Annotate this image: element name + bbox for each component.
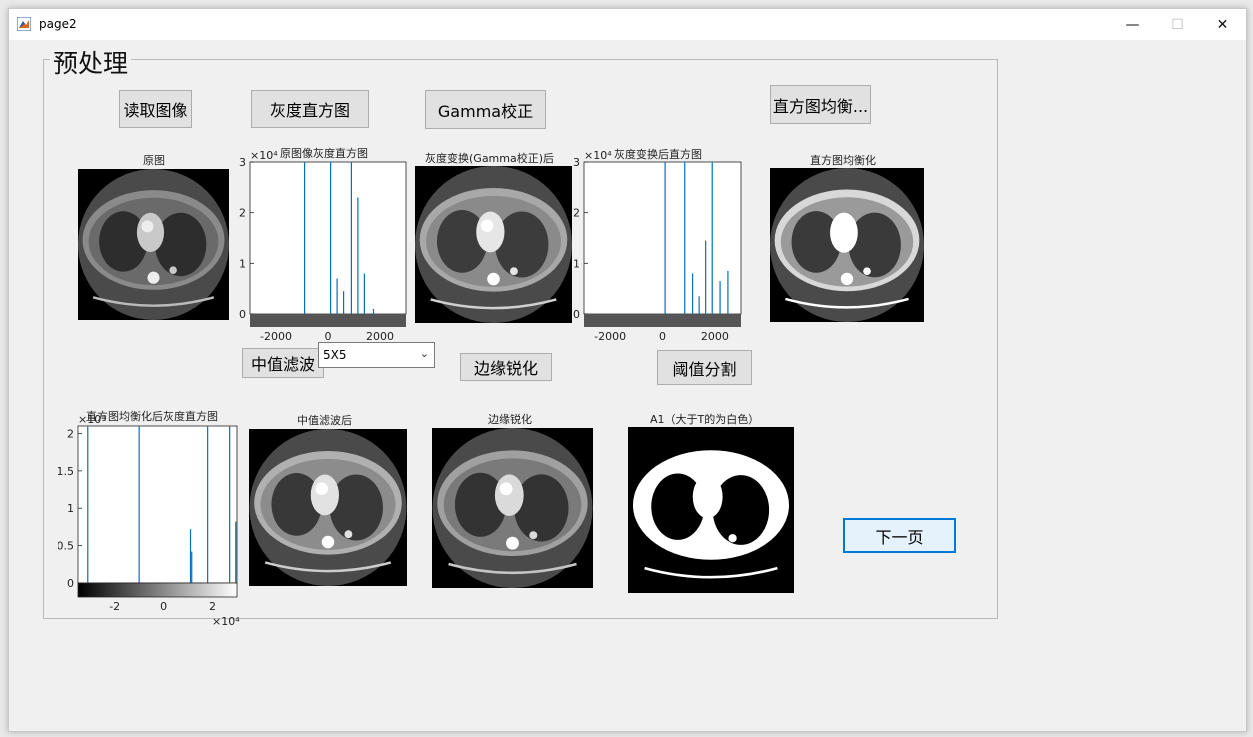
original-title: 原图 bbox=[143, 154, 165, 167]
minimize-button[interactable]: — bbox=[1110, 9, 1155, 40]
y-tick-label: 2 bbox=[67, 427, 74, 440]
y-exponent-label: ×10⁴ bbox=[584, 149, 612, 162]
scanner-couch bbox=[644, 566, 778, 579]
x-tick-label: 0 bbox=[325, 330, 332, 343]
y-tick-label: 2 bbox=[239, 207, 246, 220]
maximize-icon: ☐ bbox=[1171, 16, 1184, 33]
x-tick-label: -2000 bbox=[594, 330, 626, 343]
edge-sharpen-button[interactable]: 边缘锐化 bbox=[460, 353, 552, 381]
spine bbox=[506, 536, 519, 550]
x-exponent-label: ×10⁴ bbox=[212, 615, 240, 628]
x-tick-label: 2 bbox=[209, 600, 216, 613]
gamma-image-title: 灰度变换(Gamma校正)后 bbox=[425, 152, 555, 165]
histogram-equalize-button[interactable]: 直方图均衡... bbox=[770, 85, 871, 124]
x-tick-label: -2000 bbox=[260, 330, 292, 343]
nodule bbox=[728, 534, 737, 543]
orig-histogram-chart: 0 1 2 3 -2000 0 2000 ×10⁴ bbox=[239, 149, 407, 343]
equalized-image bbox=[770, 168, 924, 322]
original-image bbox=[78, 169, 229, 320]
lung-left bbox=[712, 475, 770, 545]
x-tick-label: 0 bbox=[659, 330, 666, 343]
next-page-button[interactable]: 下一页 bbox=[843, 518, 956, 553]
mediastinum bbox=[136, 212, 165, 253]
spine bbox=[321, 535, 335, 549]
y-tick-label: 1 bbox=[239, 257, 246, 270]
nodule bbox=[509, 267, 518, 276]
title-bar: page2 — ☐ ✕ bbox=[9, 9, 1246, 40]
mediastinum bbox=[692, 475, 723, 519]
y-exponent-label: ×10⁴ bbox=[78, 413, 106, 426]
spine bbox=[487, 272, 500, 286]
gray-colorbar bbox=[250, 314, 406, 327]
aorta bbox=[499, 482, 513, 496]
window-title: page2 bbox=[39, 17, 77, 31]
aorta bbox=[141, 220, 154, 233]
matlab-icon bbox=[17, 17, 31, 31]
y-tick-label: 2 bbox=[573, 207, 580, 220]
y-tick-label: 0 bbox=[239, 308, 246, 321]
plot-area bbox=[249, 161, 407, 315]
lung-left bbox=[329, 474, 383, 541]
aorta bbox=[480, 219, 494, 232]
mediastinum bbox=[494, 474, 524, 516]
threshold-button[interactable]: 阈值分割 bbox=[657, 350, 752, 385]
minimize-icon: — bbox=[1125, 16, 1140, 33]
median-image bbox=[249, 429, 407, 586]
gray-histogram-button[interactable]: 灰度直方图 bbox=[251, 90, 369, 128]
spine bbox=[840, 272, 854, 286]
nodule bbox=[863, 267, 871, 276]
y-tick-label: 1 bbox=[67, 502, 74, 515]
threshold-title: A1（大于T的为白色） bbox=[650, 413, 760, 426]
x-tick-label: 2000 bbox=[366, 330, 394, 343]
y-tick-label: 0 bbox=[67, 577, 74, 590]
gamma-correction-button[interactable]: Gamma校正 bbox=[425, 90, 546, 129]
maximize-button[interactable]: ☐ bbox=[1155, 9, 1200, 40]
x-tick-label: -2 bbox=[109, 600, 120, 613]
mediastinum bbox=[310, 474, 339, 516]
x-tick-label: 2000 bbox=[701, 330, 729, 343]
median-title: 中值滤波后 bbox=[297, 414, 352, 427]
aorta bbox=[697, 483, 711, 497]
lung-left bbox=[495, 211, 549, 278]
y-tick-label: 0.5 bbox=[58, 540, 74, 553]
edge-title: 边缘锐化 bbox=[488, 413, 532, 426]
median-filter-button[interactable]: 中值滤波 bbox=[242, 348, 324, 378]
lung-left bbox=[848, 212, 901, 278]
lung-left bbox=[155, 212, 207, 277]
nodule bbox=[169, 266, 177, 274]
nodule bbox=[344, 530, 353, 539]
gray-colorbar bbox=[77, 582, 238, 598]
y-tick-label: 1 bbox=[573, 257, 580, 270]
equalized-histogram-chart: 0 0.5 1 1.5 2 -2 0 2 ×10⁴ ×10⁴ bbox=[58, 413, 240, 628]
threshold-image bbox=[628, 427, 794, 593]
equalized-title: 直方图均衡化 bbox=[810, 154, 876, 167]
mediastinum bbox=[830, 212, 858, 253]
panel-title: 预处理 bbox=[50, 44, 132, 80]
read-image-button[interactable]: 读取图像 bbox=[119, 90, 192, 128]
plot-area bbox=[583, 161, 742, 315]
close-button[interactable]: ✕ bbox=[1200, 9, 1245, 40]
y-tick-label: 3 bbox=[239, 156, 246, 169]
y-tick-label: 1.5 bbox=[58, 465, 74, 478]
nodule bbox=[529, 531, 538, 540]
aorta bbox=[315, 482, 328, 495]
spine bbox=[147, 271, 160, 284]
lung-left bbox=[514, 474, 569, 542]
close-icon: ✕ bbox=[1216, 16, 1229, 33]
mediastinum bbox=[476, 211, 505, 253]
gamma-image bbox=[415, 166, 572, 323]
x-tick-label: 0 bbox=[160, 600, 167, 613]
filter-size-value: 5X5 bbox=[323, 348, 347, 362]
y-tick-label: 3 bbox=[573, 156, 580, 169]
plot-area bbox=[77, 425, 238, 584]
chevron-down-icon: ⌄ bbox=[419, 347, 429, 360]
spine bbox=[704, 539, 718, 554]
y-tick-label: 0 bbox=[573, 308, 580, 321]
y-exponent-label: ×10⁴ bbox=[250, 149, 278, 162]
gamma-histogram-chart: 0 1 2 3 -2000 0 2000 ×10⁴ bbox=[573, 149, 742, 343]
aorta bbox=[834, 220, 847, 233]
edge-image bbox=[432, 428, 593, 588]
gray-colorbar bbox=[584, 314, 741, 327]
